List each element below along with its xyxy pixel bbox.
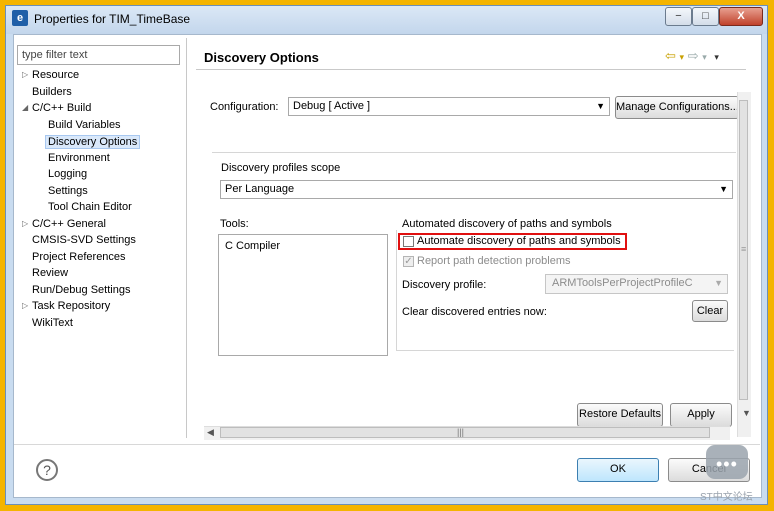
tree-item-label: C/C++ General	[32, 217, 106, 230]
tree-item-label: Settings	[48, 184, 88, 197]
tree-item[interactable]: Environment	[48, 152, 110, 164]
tree-item[interactable]: ◢ C/C++ Build	[22, 102, 92, 114]
tree-item-label: Tool Chain Editor	[48, 201, 132, 213]
tree-item[interactable]: Tool Chain Editor	[48, 201, 132, 213]
tree-item[interactable]: Build Variables	[48, 119, 121, 131]
scope-select[interactable]: Per Language ▼	[220, 180, 733, 199]
watermark-text: ST中文论坛	[700, 492, 753, 503]
forward-menu-chevron-icon[interactable]: ▾	[702, 52, 707, 62]
chevron-down-icon: ▼	[714, 278, 723, 288]
back-arrow-icon[interactable]: ⇦	[665, 48, 676, 63]
chevron-down-icon: ▼	[596, 101, 605, 111]
tree-item-label: Discovery Options	[48, 136, 138, 148]
scroll-down-arrow-icon[interactable]: ▼	[742, 408, 751, 418]
automated-group-border-left	[396, 230, 397, 350]
tree-item-label: WikiText	[32, 316, 73, 329]
tree-item-label: Project References	[32, 250, 126, 263]
tree-item-label: Task Repository	[32, 300, 111, 312]
back-menu-chevron-icon[interactable]: ▾	[680, 52, 685, 62]
configuration-value: Debug [ Active ]	[293, 100, 371, 112]
clear-button[interactable]: Clear	[692, 300, 728, 322]
tree-item-label: Build Variables	[48, 118, 121, 131]
tree-item[interactable]: ▷ C/C++ General	[22, 217, 106, 230]
tree-item[interactable]: ▷ Resource	[22, 69, 80, 81]
tools-list[interactable]: C Compiler	[218, 234, 388, 356]
report-problems-label: Report path detection problems	[417, 255, 571, 267]
grip-icon: |||	[457, 427, 465, 437]
clear-entries-label: Clear discovered entries now:	[402, 306, 547, 318]
report-problems-checkbox[interactable]: ✓	[403, 256, 414, 267]
tree-item-label: CMSIS-SVD Settings	[32, 234, 136, 246]
tree-item[interactable]: Logging	[48, 168, 87, 180]
tree-item[interactable]: Review	[32, 267, 68, 279]
tree-item-label: Review	[32, 267, 69, 279]
collapsed-twisty-icon[interactable]: ▷	[22, 219, 28, 228]
view-menu-chevron-icon[interactable]: ▾	[714, 52, 719, 62]
tree-sash[interactable]	[186, 38, 187, 438]
automated-group-border-bottom	[396, 350, 734, 351]
scope-group-border	[212, 152, 736, 153]
footer-divider	[14, 444, 760, 445]
configuration-label: Configuration:	[210, 101, 279, 113]
scope-label: Discovery profiles scope	[221, 162, 341, 174]
tree-item[interactable]: ▷ Task Repository	[22, 300, 111, 312]
manage-configurations-button[interactable]: Manage Configurations...	[615, 96, 739, 119]
history-toolbar: ⇦ ▾ ⇨ ▾ ▾	[665, 48, 719, 64]
list-item[interactable]: C Compiler	[225, 240, 280, 252]
tree-item[interactable]: Settings	[48, 185, 88, 197]
maximize-button[interactable]: □	[692, 7, 719, 26]
horizontal-scroll-thumb[interactable]	[220, 427, 710, 438]
ok-button[interactable]: OK	[577, 458, 659, 482]
highlight-box	[398, 233, 627, 250]
apply-button[interactable]: Apply	[670, 403, 732, 427]
tree-item[interactable]: WikiText	[32, 317, 73, 329]
tree-item-label: Environment	[48, 151, 110, 164]
help-icon[interactable]: ?	[36, 459, 58, 481]
tree-item-label: Builders	[32, 85, 72, 98]
tree-item-label: Logging	[48, 168, 88, 180]
tree-item[interactable]: Builders	[32, 86, 72, 98]
page-title: Discovery Options	[204, 50, 319, 65]
collapsed-twisty-icon[interactable]: ▷	[22, 301, 28, 310]
tree-item-label: Run/Debug Settings	[32, 283, 131, 296]
header-divider	[196, 69, 746, 70]
tree-item[interactable]: Project References	[32, 251, 126, 263]
collapsed-twisty-icon[interactable]: ▷	[22, 70, 28, 79]
tree-item[interactable]: CMSIS-SVD Settings	[32, 234, 136, 246]
watermark-dots-icon: •••	[716, 454, 738, 474]
tree-item-label: C/C++ Build	[32, 102, 92, 114]
tree-item[interactable]: Discovery Options	[45, 135, 141, 149]
eclipse-properties-icon: e	[12, 10, 28, 26]
close-button[interactable]: X	[719, 7, 763, 26]
automated-group-label: Automated discovery of paths and symbols	[402, 218, 612, 230]
tree-item-label: Resource	[32, 69, 80, 81]
chevron-down-icon: ▼	[719, 184, 728, 194]
discovery-profile-select[interactable]: ARMToolsPerProjectProfileC ▼	[545, 274, 728, 294]
filter-input[interactable]: type filter text	[17, 45, 180, 65]
window-title: Properties for TIM_TimeBase	[34, 12, 191, 26]
minimize-button[interactable]: −	[665, 7, 692, 26]
grip-icon: ≡	[741, 244, 747, 254]
tools-label: Tools:	[220, 218, 249, 230]
discovery-profile-value: ARMToolsPerProjectProfileC	[552, 277, 693, 289]
expanded-twisty-icon[interactable]: ◢	[22, 103, 28, 112]
restore-defaults-button[interactable]: Restore Defaults	[577, 403, 663, 427]
scope-value: Per Language	[225, 183, 295, 195]
discovery-profile-label: Discovery profile:	[402, 279, 487, 291]
scroll-left-arrow-icon[interactable]: ◀	[207, 427, 214, 438]
tree-item[interactable]: Run/Debug Settings	[32, 284, 130, 296]
forward-arrow-icon[interactable]: ⇨	[688, 48, 699, 63]
configuration-select[interactable]: Debug [ Active ] ▼	[288, 97, 610, 116]
